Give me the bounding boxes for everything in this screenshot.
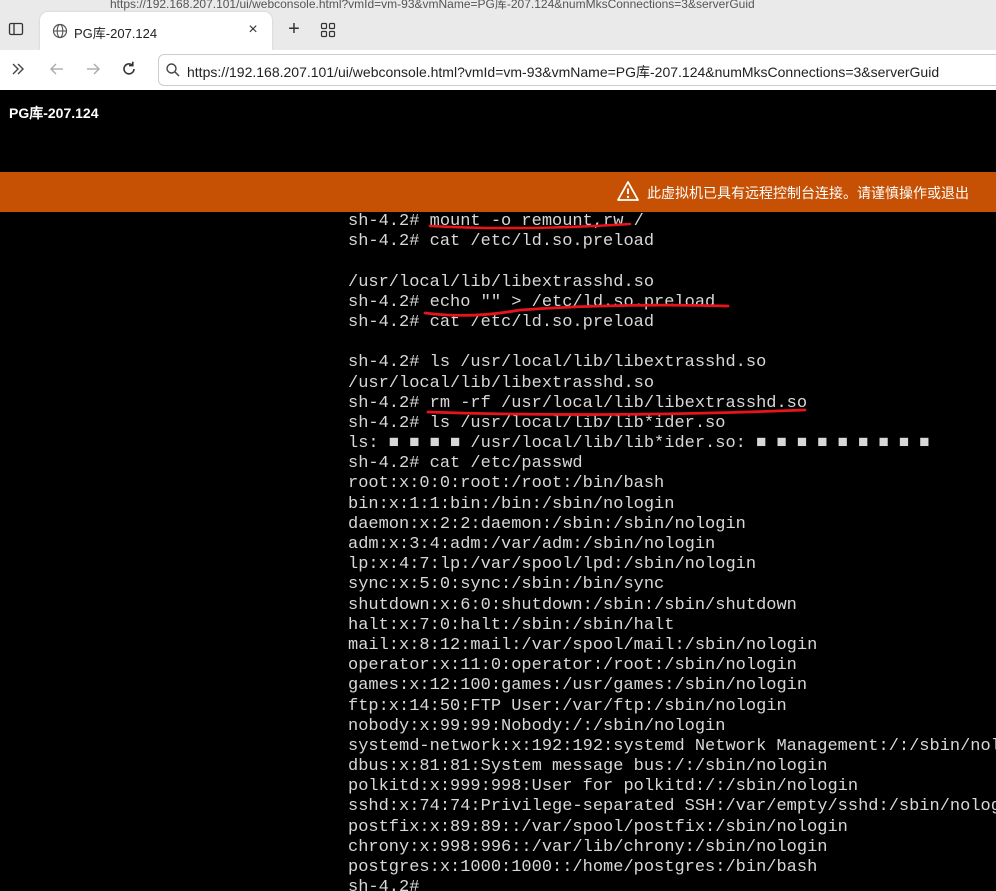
- globe-icon: [52, 23, 68, 39]
- terminal-line: sh-4.2# ls /usr/local/lib/lib*ider.so: [348, 413, 726, 433]
- warning-banner: 此虚拟机已具有远程控制台连接。请谨慎操作或退出: [0, 172, 996, 212]
- terminal-line: ls: ■ ■ ■ ■ /usr/local/lib/lib*ider.so: …: [348, 434, 930, 454]
- terminal-line: sh-4.2# cat /etc/ld.so.preload: [348, 312, 655, 332]
- terminal-line: ftp:x:14:50:FTP User:/var/ftp:/sbin/nolo…: [348, 696, 787, 716]
- new-tab-button[interactable]: +: [284, 19, 304, 40]
- terminal-line: shutdown:x:6:0:shutdown:/sbin:/sbin/shut…: [348, 595, 797, 615]
- terminal-line: nobody:x:99:99:Nobody:/:/sbin/nologin: [348, 716, 726, 736]
- warning-icon: [617, 181, 639, 201]
- terminal-line: adm:x:3:4:adm:/var/adm:/sbin/nologin: [348, 535, 716, 554]
- terminal-line: games:x:12:100:games:/usr/games:/sbin/no…: [348, 676, 808, 696]
- tab-title: PG库-207.124: [74, 26, 158, 41]
- terminal-line: lp:x:4:7:lp:/var/spool/lpd:/sbin/nologin: [348, 555, 757, 575]
- tab-active[interactable]: PG库-207.124 ×: [40, 12, 272, 50]
- search-icon: [166, 63, 180, 77]
- reload-icon[interactable]: [120, 60, 138, 78]
- terminal-line: dbus:x:81:81:System message bus:/:/sbin/…: [348, 757, 828, 777]
- terminal-line: sshd:x:74:74:Privilege-separated SSH:/va…: [348, 797, 996, 817]
- terminal-line: daemon:x:2:2:daemon:/sbin:/sbin/nologin: [348, 514, 746, 534]
- terminal-line: bin:x:1:1:bin:/bin:/sbin/nologin: [348, 494, 675, 514]
- terminal-line: sh-4.2# mount -o remount,rw /: [348, 212, 644, 231]
- terminal-line: sh-4.2# cat /etc/ld.so.preload: [348, 232, 655, 252]
- terminal-output: sh-4.2# mount -o remount,rw / sh-4.2# cat…: [348, 212, 996, 891]
- terminal-line: chrony:x:998:996::/var/lib/chrony:/sbin/…: [348, 837, 828, 857]
- terminal-line: mail:x:8:12:mail:/var/spool/mail:/sbin/n…: [348, 635, 818, 655]
- terminal-line: halt:x:7:0:halt:/sbin:/sbin/halt: [348, 615, 675, 635]
- terminal-line: root:x:0:0:root:/root:/bin/bash: [348, 474, 665, 494]
- vm-title: PG库-207.124: [9, 105, 99, 121]
- address-bar[interactable]: https://192.168.207.101/ui/webconsole.ht…: [158, 54, 996, 86]
- terminal-line: sh-4.2# echo "" > /etc/ld.so.preload: [348, 292, 716, 312]
- url-text[interactable]: https://192.168.207.101/ui/webconsole.ht…: [187, 62, 939, 82]
- chevron-double-right-icon[interactable]: [9, 60, 27, 78]
- terminal-line: sync:x:5:0:sync:/sbin:/bin/sync: [348, 575, 665, 595]
- tab-grid-icon[interactable]: [320, 22, 336, 38]
- browser-chrome: https://192.168.207.101/ui/webconsole.ht…: [0, 0, 996, 91]
- background-url-text: https://192.168.207.101/ui/webconsole.ht…: [110, 0, 755, 11]
- terminal-line: polkitd:x:999:998:User for polkitd:/:/sb…: [348, 777, 859, 797]
- terminal-line: sh-4.2# ls /usr/local/lib/libextrasshd.s…: [348, 353, 767, 373]
- close-icon[interactable]: ×: [244, 21, 262, 39]
- back-arrow-icon[interactable]: [48, 60, 66, 78]
- navigation-toolbar: https://192.168.207.101/ui/webconsole.ht…: [0, 50, 996, 91]
- terminal-line: sh-4.2# cat /etc/passwd: [348, 454, 583, 474]
- warning-text: 此虚拟机已具有远程控制台连接。请谨慎操作或退出: [647, 185, 969, 201]
- terminal-screen[interactable]: sh-4.2# mount -o remount,rw / sh-4.2# cat…: [348, 212, 996, 891]
- terminal-line: /usr/local/lib/libextrasshd.so: [348, 373, 655, 393]
- terminal-line: postgres:x:1000:1000::/home/postgres:/bi…: [348, 858, 818, 877]
- vm-console[interactable]: PG库-207.124 此虚拟机已具有远程控制台连接。请谨慎操作或退出 sh-4…: [0, 90, 996, 891]
- terminal-line: operator:x:11:0:operator:/root:/sbin/nol…: [348, 656, 797, 676]
- terminal-line: postfix:x:89:89::/var/spool/postfix:/sbi…: [348, 817, 848, 837]
- terminal-line: /usr/local/lib/libextrasshd.so: [348, 272, 655, 292]
- terminal-line: sh-4.2#: [348, 878, 420, 891]
- forward-arrow-icon[interactable]: [84, 60, 102, 78]
- tab-strip: https://192.168.207.101/ui/webconsole.ht…: [0, 0, 996, 50]
- terminal-line: systemd-network:x:192:192:systemd Networ…: [348, 736, 996, 756]
- terminal-line: sh-4.2# rm -rf /usr/local/lib/libextrass…: [348, 393, 808, 413]
- sidebar-toggle-icon[interactable]: [8, 21, 24, 37]
